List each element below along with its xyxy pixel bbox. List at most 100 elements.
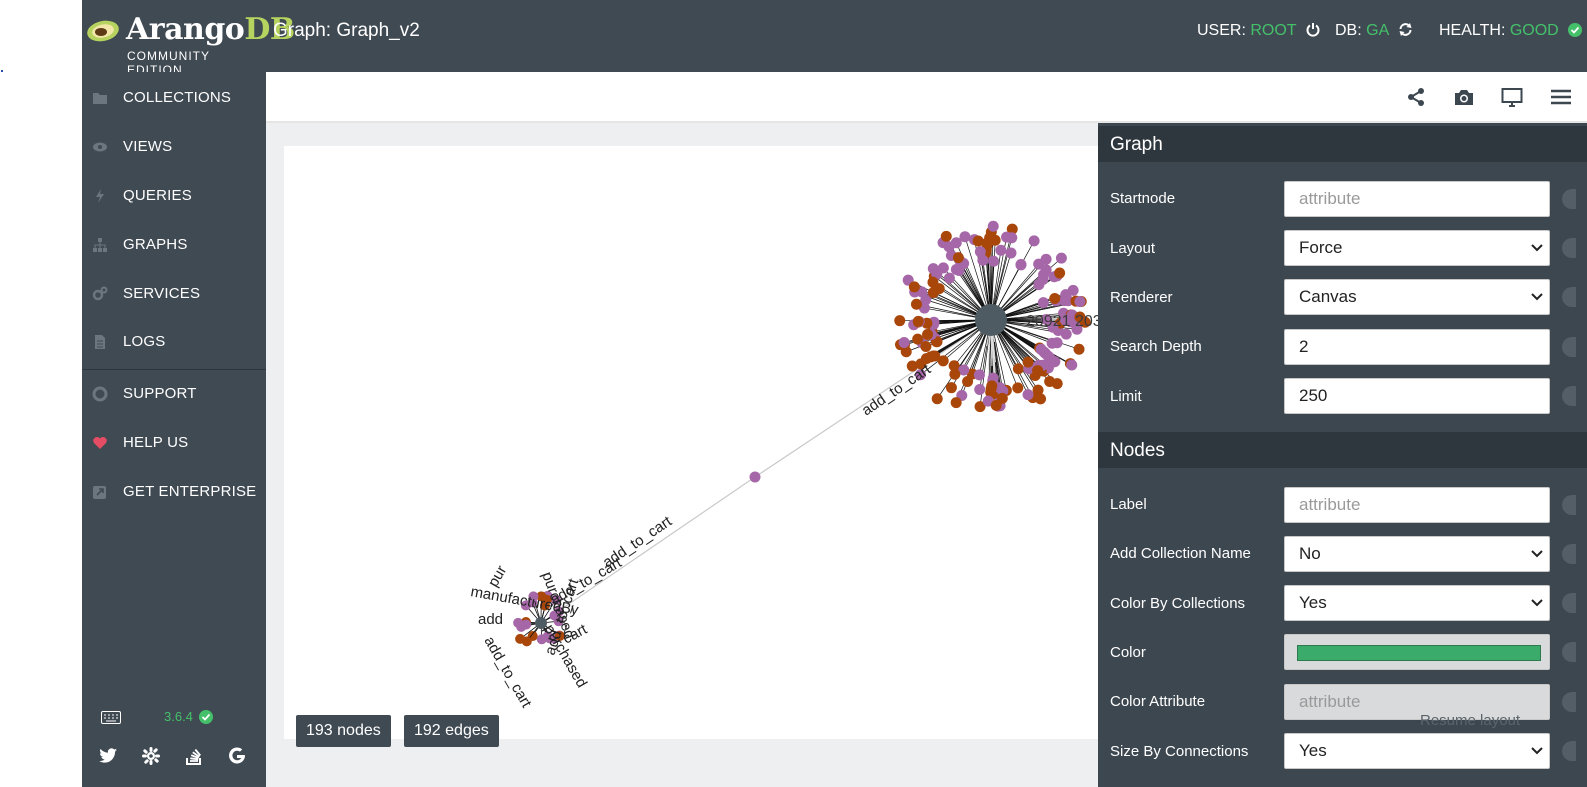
graph-node[interactable] xyxy=(908,281,920,293)
graph-node[interactable] xyxy=(898,336,910,348)
info-handle[interactable] xyxy=(1562,544,1576,564)
info-handle[interactable] xyxy=(1562,238,1576,258)
info-handle[interactable] xyxy=(1562,692,1576,712)
graph-node[interactable] xyxy=(515,633,526,644)
graph-node[interactable] xyxy=(925,351,937,363)
graph-node[interactable] xyxy=(945,382,957,394)
graph-node[interactable] xyxy=(943,241,955,253)
graph-node[interactable] xyxy=(989,234,1001,246)
graph-node[interactable] xyxy=(987,220,999,232)
graph-node[interactable] xyxy=(1060,289,1072,301)
graph-node[interactable] xyxy=(973,369,985,381)
graph-node[interactable] xyxy=(1055,252,1067,264)
db-status[interactable]: DB: GA xyxy=(1335,22,1413,40)
slack-icon[interactable] xyxy=(140,745,162,767)
info-handle[interactable] xyxy=(1562,741,1576,761)
graph-node[interactable] xyxy=(1073,343,1085,355)
menu-icon[interactable] xyxy=(1550,86,1572,108)
info-handle[interactable] xyxy=(1562,337,1576,357)
graph-node[interactable] xyxy=(937,355,949,367)
graph-node[interactable] xyxy=(952,252,964,264)
graph-node[interactable] xyxy=(1054,267,1066,279)
graph-node[interactable] xyxy=(1049,293,1061,305)
graph-node[interactable] xyxy=(1022,389,1034,401)
graph-node[interactable] xyxy=(974,384,986,396)
graph-node[interactable] xyxy=(920,341,932,353)
bridge-node[interactable] xyxy=(749,471,761,483)
graph-node[interactable] xyxy=(959,231,971,243)
graph-node[interactable] xyxy=(962,376,974,388)
resume-layout-button[interactable]: Resume layout xyxy=(1420,712,1520,729)
color-by-collections-select[interactable]: Yes xyxy=(1284,585,1550,621)
graph-node[interactable] xyxy=(1012,363,1024,375)
graph-node[interactable] xyxy=(912,315,924,327)
layout-select[interactable]: Force xyxy=(1284,230,1550,266)
graph-node[interactable] xyxy=(1040,253,1052,265)
graph-node[interactable] xyxy=(894,315,906,327)
graph-node[interactable] xyxy=(943,272,955,284)
graph-node[interactable] xyxy=(1038,269,1050,281)
graph-node[interactable] xyxy=(927,276,939,288)
graph-node[interactable] xyxy=(1060,328,1072,340)
graph-node[interactable] xyxy=(927,287,939,299)
graph-node[interactable] xyxy=(950,397,962,409)
graph-node[interactable] xyxy=(922,329,934,341)
graph-node[interactable] xyxy=(931,393,943,405)
graph-node[interactable] xyxy=(1012,382,1024,394)
limit-input[interactable]: 250 xyxy=(1284,378,1550,414)
info-handle[interactable] xyxy=(1562,495,1576,515)
graph-node[interactable] xyxy=(1074,296,1086,308)
graph-node[interactable] xyxy=(521,619,532,630)
graph-node[interactable] xyxy=(1015,259,1027,271)
graph-node[interactable] xyxy=(949,368,961,380)
node-label-input[interactable]: attribute xyxy=(1284,487,1550,523)
color-picker[interactable] xyxy=(1284,634,1550,670)
sidebar-item-get-enterprise[interactable]: GET ENTERPRISE xyxy=(82,472,266,512)
sidebar-item-views[interactable]: VIEWS xyxy=(82,127,266,167)
sidebar-item-services[interactable]: SERVICES xyxy=(82,274,266,314)
graph-node[interactable] xyxy=(996,392,1008,404)
info-handle[interactable] xyxy=(1562,386,1576,406)
share-icon[interactable] xyxy=(1405,86,1427,108)
graph-canvas[interactable]: add_to_cart add_to_cart 20921 203618 pur… xyxy=(284,146,1098,747)
graph-viewport[interactable]: add_to_cart add_to_cart 20921 203618 pur… xyxy=(284,146,1098,739)
graph-node[interactable] xyxy=(910,298,922,310)
graph-node[interactable] xyxy=(940,230,952,242)
sidebar-item-support[interactable]: SUPPORT xyxy=(82,374,266,414)
size-by-connections-select[interactable]: Yes xyxy=(1284,733,1550,769)
graph-node[interactable] xyxy=(974,246,986,258)
user-status[interactable]: USER: ROOT xyxy=(1197,22,1320,40)
power-icon[interactable] xyxy=(1306,22,1320,37)
graph-node[interactable] xyxy=(1005,247,1017,259)
graph-node[interactable] xyxy=(900,346,912,358)
sidebar-item-logs[interactable]: LOGS xyxy=(82,322,266,362)
sidebar-item-graphs[interactable]: GRAPHS xyxy=(82,225,266,265)
graph-node[interactable] xyxy=(1066,359,1078,371)
info-handle[interactable] xyxy=(1562,642,1576,662)
info-handle[interactable] xyxy=(1562,189,1576,209)
graph-node[interactable] xyxy=(995,244,1007,256)
sidebar-item-queries[interactable]: QUERIES xyxy=(82,176,266,216)
graph-node[interactable] xyxy=(972,235,984,247)
sidebar-item-collections[interactable]: COLLECTIONS xyxy=(82,78,266,118)
add-collection-name-select[interactable]: No xyxy=(1284,536,1550,572)
graph-node[interactable] xyxy=(985,383,997,395)
sidebar-item-help-us[interactable]: HELP US xyxy=(82,423,266,463)
graph-node[interactable] xyxy=(988,255,1000,267)
graph-node[interactable] xyxy=(927,263,939,275)
arangodb-logo[interactable]: ArangoDB COMMUNITY EDITION xyxy=(86,12,295,77)
graph-node[interactable] xyxy=(1001,231,1013,243)
info-handle[interactable] xyxy=(1562,287,1576,307)
graph-node[interactable] xyxy=(1047,356,1059,368)
fullscreen-monitor-icon[interactable] xyxy=(1501,86,1523,108)
graph-node[interactable] xyxy=(1046,337,1058,349)
graph-node[interactable] xyxy=(1022,356,1034,368)
renderer-select[interactable]: Canvas xyxy=(1284,279,1550,315)
hub-node-large[interactable] xyxy=(975,304,1007,336)
graph-node[interactable] xyxy=(1044,376,1056,388)
google-icon[interactable] xyxy=(226,745,248,767)
info-handle[interactable] xyxy=(1562,593,1576,613)
startnode-input[interactable]: attribute xyxy=(1284,181,1550,217)
graph-node[interactable] xyxy=(912,333,924,345)
refresh-icon[interactable] xyxy=(1398,22,1413,37)
